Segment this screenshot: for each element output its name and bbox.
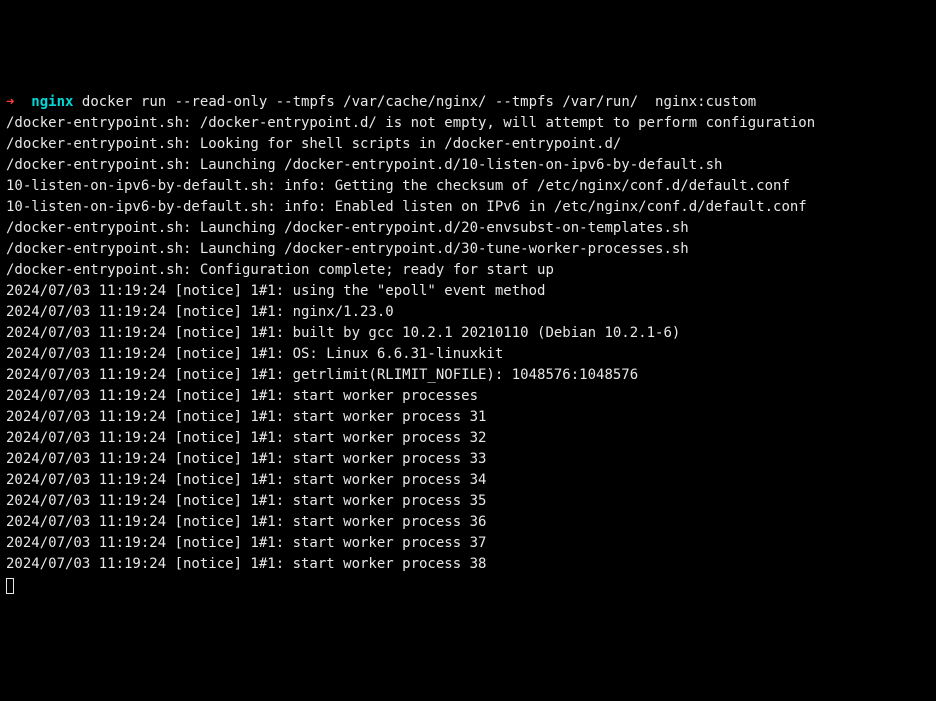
output-line: 2024/07/03 11:19:24 [notice] 1#1: OS: Li… — [6, 346, 503, 362]
output-line: 2024/07/03 11:19:24 [notice] 1#1: getrli… — [6, 367, 638, 383]
output-line: 2024/07/03 11:19:24 [notice] 1#1: start … — [6, 535, 486, 551]
output-line: /docker-entrypoint.sh: /docker-entrypoin… — [6, 115, 815, 131]
prompt-arrow-icon: ➜ — [6, 94, 14, 110]
prompt-directory: nginx — [31, 94, 73, 110]
output-line: 2024/07/03 11:19:24 [notice] 1#1: start … — [6, 472, 486, 488]
output-line: /docker-entrypoint.sh: Launching /docker… — [6, 241, 689, 257]
output-line: /docker-entrypoint.sh: Looking for shell… — [6, 136, 621, 152]
cursor-icon — [6, 578, 14, 594]
output-line: 2024/07/03 11:19:24 [notice] 1#1: start … — [6, 409, 486, 425]
output-line: /docker-entrypoint.sh: Configuration com… — [6, 262, 554, 278]
terminal-output[interactable]: ➜ nginx docker run --read-only --tmpfs /… — [6, 92, 930, 596]
output-line: 2024/07/03 11:19:24 [notice] 1#1: start … — [6, 430, 486, 446]
output-line: /docker-entrypoint.sh: Launching /docker… — [6, 220, 689, 236]
output-line: 2024/07/03 11:19:24 [notice] 1#1: start … — [6, 514, 486, 530]
output-line: 10-listen-on-ipv6-by-default.sh: info: G… — [6, 178, 790, 194]
output-line: 2024/07/03 11:19:24 [notice] 1#1: nginx/… — [6, 304, 394, 320]
output-line: 2024/07/03 11:19:24 [notice] 1#1: start … — [6, 451, 486, 467]
output-line: 2024/07/03 11:19:24 [notice] 1#1: start … — [6, 493, 486, 509]
prompt-line: ➜ nginx docker run --read-only --tmpfs /… — [6, 94, 756, 110]
output-line: 2024/07/03 11:19:24 [notice] 1#1: using … — [6, 283, 545, 299]
output-line: 2024/07/03 11:19:24 [notice] 1#1: start … — [6, 388, 478, 404]
output-line: /docker-entrypoint.sh: Launching /docker… — [6, 157, 722, 173]
output-line: 2024/07/03 11:19:24 [notice] 1#1: start … — [6, 556, 486, 572]
output-line: 10-listen-on-ipv6-by-default.sh: info: E… — [6, 199, 807, 215]
command-text: docker run --read-only --tmpfs /var/cach… — [82, 94, 756, 110]
output-line: 2024/07/03 11:19:24 [notice] 1#1: built … — [6, 325, 680, 341]
